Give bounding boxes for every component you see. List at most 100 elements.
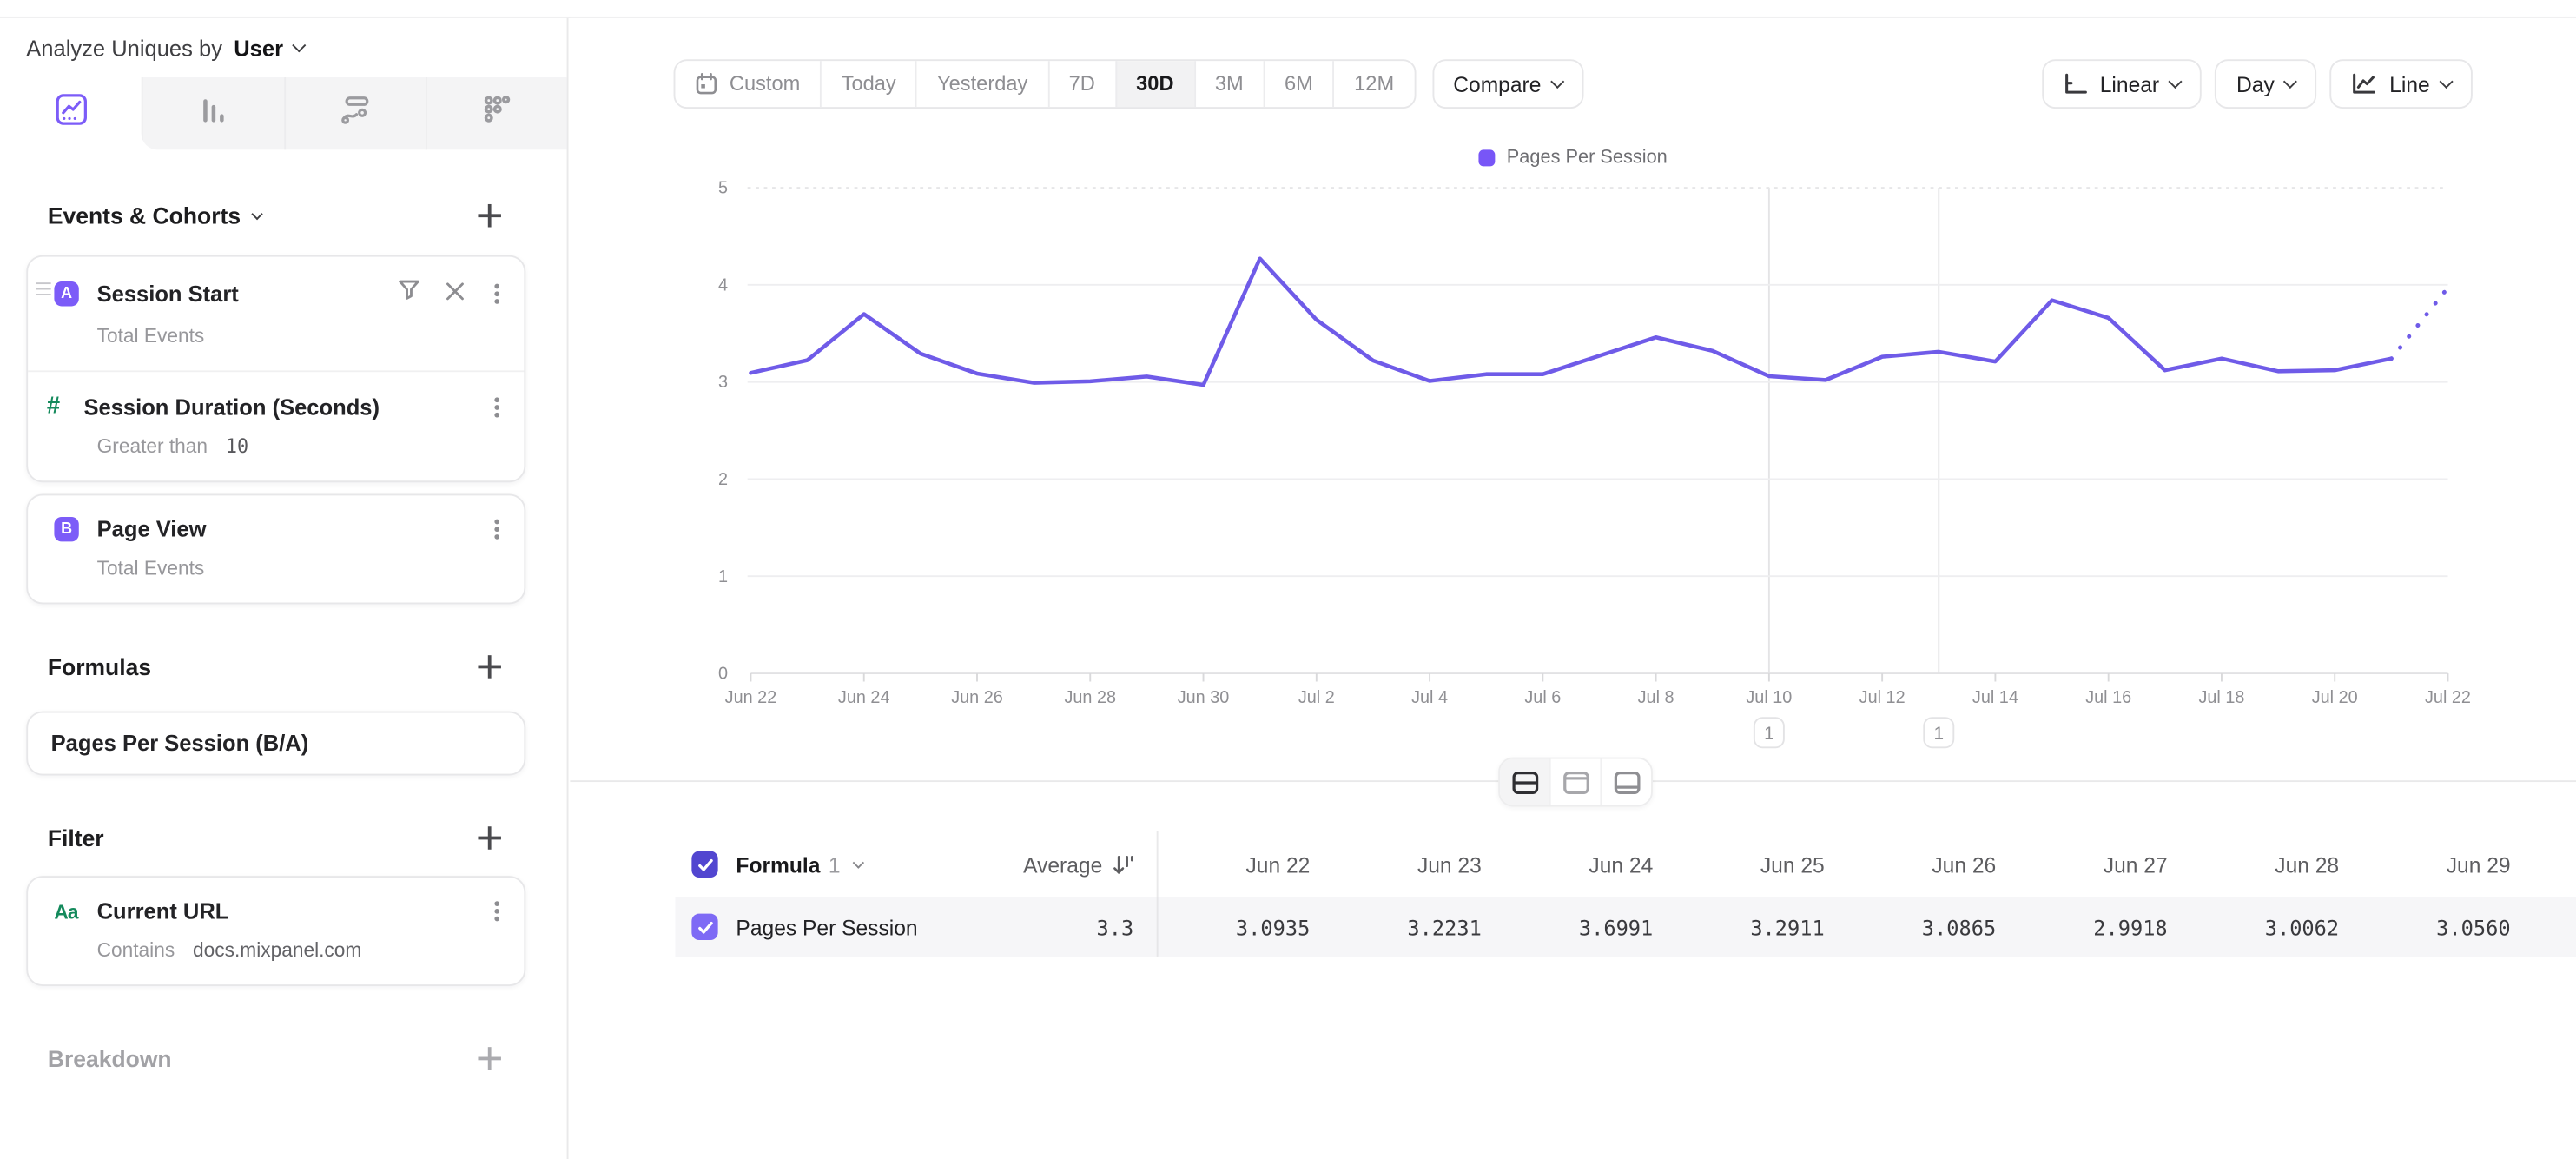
drag-handle-icon[interactable] [36, 288, 51, 291]
more-options-icon[interactable] [494, 909, 499, 914]
table-only-icon [1613, 770, 1641, 794]
filter-card[interactable]: Aa Current URL Contains docs.mixpanel.co… [26, 876, 525, 986]
scale-button[interactable]: Linear [2043, 59, 2203, 109]
event-badge: B [54, 517, 78, 541]
x-axis-label: Jul 14 [1972, 688, 2018, 707]
events-section-header: Events & Cohorts [0, 191, 567, 241]
tab-metrics[interactable] [425, 77, 566, 149]
more-options-icon[interactable] [494, 404, 499, 409]
series-line-projected [2391, 288, 2447, 359]
chart-type-button[interactable]: Line [2330, 59, 2473, 109]
compare-button[interactable]: Compare [1432, 59, 1584, 109]
cell-value: 3.0560 [2359, 915, 2530, 939]
column-header[interactable]: Jun 28 [2187, 852, 2358, 877]
row-checkbox[interactable] [691, 914, 717, 940]
formula-header-number: 1 [829, 852, 841, 877]
operator-value[interactable]: docs.mixpanel.com [193, 938, 361, 962]
y-axis-label: 0 [718, 665, 728, 684]
granularity-button[interactable]: Day [2215, 59, 2317, 109]
range-yesterday[interactable]: Yesterday [915, 61, 1047, 107]
x-axis-label: Jul 10 [1746, 688, 1792, 707]
add-event-button[interactable] [478, 204, 500, 228]
date-range-control: Custom Today Yesterday 7D 30D 3M 6M 12M [674, 59, 1416, 109]
table-header-row: Formula 1 Average Jun 22Jun 23Jun 24Jun … [675, 831, 2576, 897]
range-30d[interactable]: 30D [1115, 61, 1194, 107]
more-options-icon[interactable] [494, 527, 499, 532]
x-axis-label: Jul 6 [1524, 688, 1561, 707]
column-header[interactable]: Jun 25 [1673, 852, 1844, 877]
select-all-checkbox[interactable] [691, 851, 717, 878]
tab-bar-chart[interactable] [142, 77, 283, 149]
more-options-icon[interactable] [494, 291, 499, 296]
column-header[interactable]: Jun 27 [2016, 852, 2187, 877]
table-data-row[interactable]: Pages Per Session 3.3 3.09353.22313.6991… [675, 897, 2576, 957]
event-row: B Page View [28, 495, 524, 541]
analyze-by-value[interactable]: User [234, 36, 283, 60]
range-12m[interactable]: 12M [1333, 61, 1414, 107]
event-title[interactable]: Session Start [97, 281, 385, 306]
layout-chart-toggle[interactable] [1549, 759, 1601, 805]
breakdown-section-header: Breakdown [0, 1034, 567, 1083]
column-header[interactable]: Jun 29 [2359, 852, 2530, 877]
operator-label[interactable]: Greater than [97, 434, 208, 458]
x-axis-label: Jul 8 [1638, 688, 1674, 707]
layout-split-toggle[interactable] [1500, 759, 1549, 805]
event-subtitle: Total Events [97, 324, 501, 348]
operator-label[interactable]: Contains [97, 938, 175, 962]
column-header[interactable]: Jun 26 [1844, 852, 2015, 877]
range-6m[interactable]: 6M [1263, 61, 1332, 107]
chevron-down-icon[interactable] [293, 38, 307, 52]
event-title[interactable]: Page View [97, 517, 477, 541]
filter-title[interactable]: Current URL [97, 899, 477, 924]
add-breakdown-button[interactable] [478, 1047, 500, 1070]
linear-scale-icon [2064, 72, 2088, 96]
range-3m[interactable]: 3M [1193, 61, 1263, 107]
event-row: A Session Start [28, 257, 524, 310]
line-type-icon [2352, 72, 2378, 96]
chevron-down-icon [2440, 75, 2454, 89]
average-value: 3.3 [1096, 915, 1133, 939]
filter-icon[interactable] [398, 278, 420, 309]
x-axis-label: Jul 4 [1411, 688, 1448, 707]
event-measure[interactable]: Total Events [97, 556, 205, 580]
range-custom[interactable]: Custom [675, 61, 820, 107]
analyze-by-label: Analyze Uniques by [26, 36, 222, 60]
annotation-count: 1 [1933, 724, 1944, 744]
y-axis-label: 4 [718, 275, 728, 295]
formula-card[interactable]: Pages Per Session (B/A) [26, 712, 525, 776]
add-formula-button[interactable] [478, 655, 500, 679]
events-section-label: Events & Cohorts [48, 202, 241, 228]
series-line[interactable] [750, 259, 2391, 385]
event-measure[interactable]: Total Events [97, 324, 205, 348]
tab-flows[interactable] [283, 77, 425, 149]
flows-icon [338, 92, 373, 135]
column-header[interactable]: Jun 24 [1502, 852, 1673, 877]
x-axis-label: Jul 12 [1859, 688, 1906, 707]
events-section-title[interactable]: Events & Cohorts [48, 202, 262, 228]
column-header[interactable]: Jun 23 [1330, 852, 1501, 877]
average-label: Average [1023, 852, 1102, 877]
chevron-down-icon[interactable] [852, 856, 863, 867]
x-axis-label: Jul 18 [2198, 688, 2244, 707]
range-today[interactable]: Today [820, 61, 915, 107]
x-axis-label: Jul 22 [2425, 688, 2471, 707]
formula-header-label[interactable]: Formula [736, 852, 820, 877]
range-7d[interactable]: 7D [1047, 61, 1115, 107]
add-filter-button[interactable] [478, 826, 500, 850]
event-card-session-start[interactable]: A Session Start [26, 255, 525, 482]
remove-icon[interactable] [446, 279, 466, 308]
insights-report: Analyze Uniques by User [0, 0, 2576, 1159]
operator-value[interactable]: 10 [226, 434, 248, 458]
event-card-page-view[interactable]: B Page View Total Events [26, 493, 525, 604]
bar-chart-icon [197, 93, 230, 134]
filter-section-header: Filter [0, 813, 567, 863]
cell-value: 3.2911 [1673, 915, 1844, 939]
table-row-main-cell: Pages Per Session 3.3 [675, 897, 1158, 957]
column-header[interactable]: Jun 22 [1159, 852, 1330, 877]
cell-value: 3.0935 [1159, 915, 1330, 939]
property-title[interactable]: Session Duration (Seconds) [83, 394, 476, 419]
layout-table-toggle[interactable] [1600, 759, 1651, 805]
average-column-header[interactable]: Average [1023, 852, 1133, 877]
tab-line-chart[interactable] [0, 77, 142, 149]
calendar-icon [695, 72, 717, 96]
